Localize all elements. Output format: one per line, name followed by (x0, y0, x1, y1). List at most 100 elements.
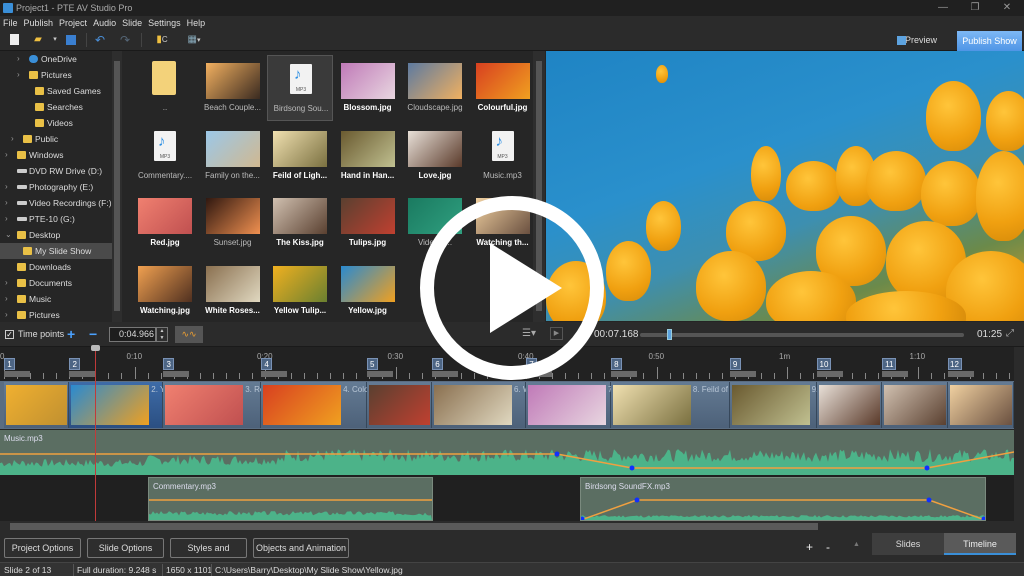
transition-bar[interactable] (366, 371, 393, 377)
file-item[interactable]: Tulips.jpg (335, 190, 401, 256)
time-input[interactable]: 0:04.966 (109, 327, 156, 342)
file-item[interactable]: Watching.jpg (132, 258, 198, 323)
file-item[interactable]: Red.jpg (132, 190, 198, 256)
save-icon[interactable] (66, 35, 76, 45)
playhead-handle[interactable] (91, 345, 100, 351)
video-play-overlay-button[interactable] (420, 196, 604, 380)
menu-help[interactable]: Help (184, 16, 209, 30)
close-button[interactable]: ✕ (992, 1, 1022, 15)
slide-marker[interactable]: 5 (366, 358, 378, 370)
tree-item[interactable]: › Music (0, 291, 112, 307)
envelope-point[interactable] (554, 451, 560, 457)
open-dropdown-icon[interactable]: ▾ (49, 34, 61, 46)
file-item[interactable]: Love.jpg (402, 123, 468, 189)
file-item[interactable]: ♪ MP3 Commentary.... (132, 123, 198, 189)
slide-clip[interactable] (882, 382, 948, 428)
tree-item[interactable]: › Photography (E:) (0, 179, 112, 195)
file-item[interactable]: Yellow Tulip... (267, 258, 333, 323)
tree-item[interactable]: › PTE-10 (G:) (0, 211, 112, 227)
slide-clip[interactable]: 7. (526, 382, 615, 428)
file-item[interactable]: White Roses... (200, 258, 266, 323)
tree-item[interactable]: › Pictures (0, 307, 112, 322)
menu-file[interactable]: File (0, 16, 21, 30)
tree-item[interactable]: Downloads (0, 259, 112, 275)
add-time-point-button[interactable]: + (67, 326, 75, 342)
objects-and-animation-button[interactable]: Objects and Animation (253, 538, 349, 558)
chevron-icon[interactable]: › (5, 179, 13, 195)
tree-item[interactable]: › Documents (0, 275, 112, 291)
chevron-icon[interactable]: › (17, 51, 25, 67)
remove-time-point-button[interactable]: − (89, 326, 97, 342)
file-item[interactable]: Feild of Ligh... (267, 123, 333, 189)
commentary-clip[interactable]: Commentary.mp3 (148, 477, 433, 521)
file-item[interactable]: ♪ MP3 Birdsong Sou... (267, 55, 333, 121)
collapse-icon[interactable]: ▲ (853, 541, 860, 548)
volume-envelope-button[interactable]: ∿∿ (175, 326, 203, 343)
zoom-in-button[interactable]: + (806, 540, 813, 554)
slide-clip[interactable]: 8. Feild of (610, 382, 730, 428)
undo-icon[interactable]: ↶ (94, 34, 106, 46)
envelope-point[interactable] (629, 465, 635, 471)
menu-publish[interactable]: Publish (21, 16, 57, 30)
slide-options-button[interactable]: Slide Options (87, 538, 164, 558)
zoom-out-button[interactable]: - (826, 540, 830, 554)
file-item[interactable]: Blossom.jpg (335, 55, 401, 121)
time-points-checkbox[interactable]: ✓ (5, 330, 14, 339)
time-spinner[interactable]: ▲ ▼ (156, 327, 168, 342)
slide-clip[interactable]: 6. White (432, 382, 543, 428)
chevron-icon[interactable]: ⌄ (5, 227, 13, 243)
menu-project[interactable]: Project (56, 16, 90, 30)
file-item[interactable]: Family on the... (200, 123, 266, 189)
slide-marker[interactable]: 12 (947, 358, 962, 370)
transition-bar[interactable] (729, 371, 756, 377)
tree-item[interactable]: Videos (0, 115, 112, 131)
preview-button[interactable]: Preview (893, 32, 945, 49)
slide-clip[interactable]: 9. (729, 382, 818, 428)
styles-and-themes-button[interactable]: Styles and Themes (170, 538, 247, 571)
transition-bar[interactable] (817, 371, 843, 377)
birdsong-clip[interactable]: Birdsong SoundFX.mp3 (580, 477, 986, 521)
file-item[interactable]: Hand in Han... (335, 123, 401, 189)
redo-icon[interactable]: ↷ (119, 34, 131, 46)
transition-bar[interactable] (261, 371, 288, 377)
transition-bar[interactable] (163, 371, 190, 377)
chevron-icon[interactable]: › (17, 67, 25, 83)
slide-marker[interactable]: 8 (610, 358, 622, 370)
chevron-icon[interactable]: › (5, 211, 13, 227)
menu-settings[interactable]: Settings (145, 16, 184, 30)
tree-item[interactable]: › Windows (0, 147, 112, 163)
slide-clip[interactable] (947, 382, 1014, 428)
tree-item[interactable]: › OneDrive (0, 51, 112, 67)
transition-bar[interactable] (4, 371, 30, 377)
folder-tree-scrollbar[interactable] (112, 51, 122, 322)
slide-clip[interactable] (817, 382, 883, 428)
tree-item[interactable]: Searches (0, 99, 112, 115)
file-item[interactable]: Colourful.jpg (470, 55, 534, 121)
file-item[interactable]: ♪ MP3 Music.mp3 (470, 123, 534, 189)
transition-bar[interactable] (882, 371, 909, 377)
slide-marker[interactable]: 1 (4, 358, 15, 370)
envelope-point[interactable] (634, 497, 640, 503)
slide-marker[interactable]: 9 (729, 358, 741, 370)
file-item[interactable]: The Kiss.jpg (267, 190, 333, 256)
playhead[interactable] (95, 347, 96, 521)
slide-marker[interactable]: 6 (432, 358, 444, 370)
chevron-icon[interactable]: › (5, 291, 13, 307)
file-item[interactable]: Cloudscape.jpg (402, 55, 468, 121)
add-folder-icon[interactable]: ▮C (152, 34, 172, 46)
tree-item[interactable]: › Pictures (0, 67, 112, 83)
tree-item[interactable]: ⌄ Desktop (0, 227, 112, 243)
slide-marker[interactable]: 10 (817, 358, 831, 370)
new-project-icon[interactable] (10, 34, 19, 45)
file-item[interactable]: .. (132, 55, 198, 121)
tab-slides[interactable]: Slides (872, 533, 944, 555)
slide-clip[interactable]: 3. Re (163, 382, 264, 428)
file-item[interactable]: Beach Couple... (200, 55, 266, 121)
chevron-icon[interactable]: › (5, 195, 13, 211)
preview-window[interactable] (546, 51, 1024, 321)
seek-bar[interactable] (640, 333, 964, 337)
slide-marker[interactable]: 4 (261, 358, 273, 370)
tree-item[interactable]: › Video Recordings (F:) (0, 195, 112, 211)
envelope-point[interactable] (924, 465, 930, 471)
slide-clip[interactable] (4, 382, 70, 428)
